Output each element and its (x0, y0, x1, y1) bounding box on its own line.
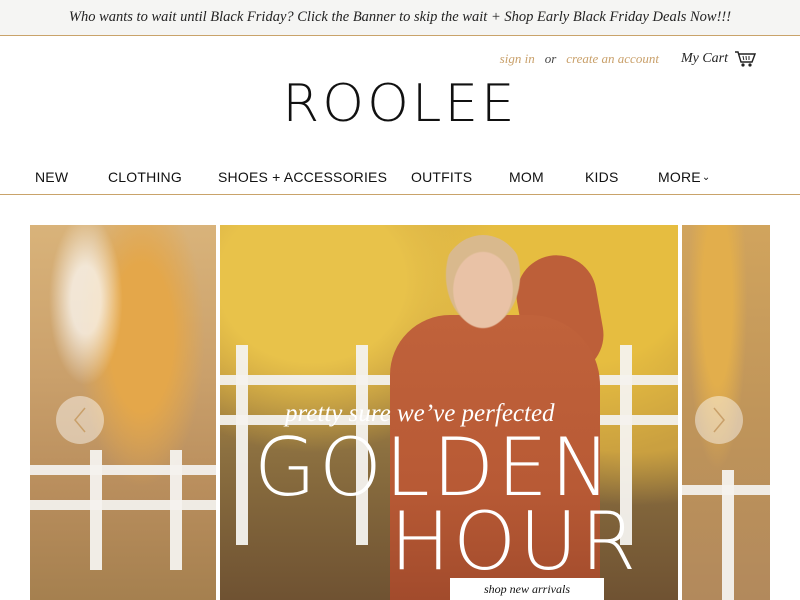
promo-text[interactable]: Who wants to wait until Black Friday? Cl… (69, 9, 731, 26)
model-head (440, 235, 526, 335)
fence-rail (30, 465, 216, 475)
chevron-left-icon (74, 407, 86, 433)
fence-post (722, 470, 734, 600)
cart-label: My Cart (680, 51, 728, 66)
nav-item-more-label: MORE (658, 169, 701, 185)
fence-rail (30, 500, 216, 510)
site-logo[interactable]: ROOLEE (0, 72, 800, 136)
chevron-right-icon (713, 407, 725, 433)
nav-item-new[interactable]: NEW (35, 169, 68, 185)
nav-item-shoes-accessories[interactable]: SHOES + ACCESSORIES (218, 169, 387, 185)
fence-post (236, 345, 248, 545)
nav-item-more[interactable]: MORE⌄ (658, 169, 710, 185)
hero-carousel[interactable]: pretty sure we’ve perfected GOLDEN HOUR … (30, 225, 770, 600)
carousel-prev-button[interactable] (56, 396, 104, 444)
promo-banner[interactable]: Who wants to wait until Black Friday? Cl… (0, 0, 800, 36)
main-nav: NEW CLOTHING SHOES + ACCESSORIES OUTFITS… (0, 161, 800, 195)
nav-item-outfits[interactable]: OUTFITS (411, 169, 472, 185)
fence-post (90, 450, 102, 570)
nav-item-kids[interactable]: KIDS (585, 169, 618, 185)
nav-item-mom[interactable]: MOM (509, 169, 544, 185)
sign-in-link[interactable]: sign in (500, 51, 535, 67)
fence-post (170, 450, 182, 570)
chevron-down-icon: ⌄ (701, 172, 711, 183)
cart-icon (735, 51, 756, 67)
shop-new-arrivals-button[interactable]: shop new arrivals (450, 578, 604, 600)
cart-link[interactable]: My Cart (681, 50, 756, 68)
create-account-link[interactable]: create an account (566, 51, 659, 67)
or-text: or (544, 51, 557, 66)
nav-item-clothing[interactable]: CLOTHING (108, 169, 182, 185)
carousel-next-button[interactable] (695, 396, 743, 444)
account-links: sign in or create an account My Cart (500, 50, 756, 68)
hero-headline-hour: HOUR (390, 495, 640, 588)
